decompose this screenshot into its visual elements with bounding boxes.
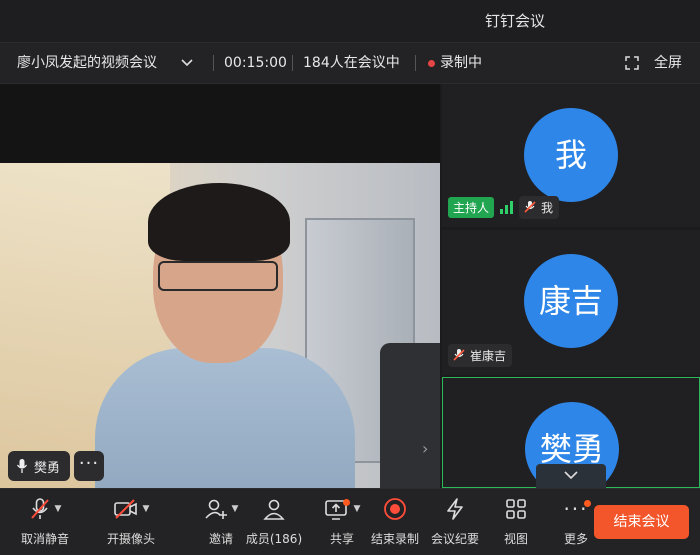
- speaker-name-tag: 樊勇: [8, 451, 71, 481]
- record-stop-icon: [384, 498, 406, 520]
- host-badge: 主持人: [448, 196, 495, 218]
- view-button[interactable]: 视图: [496, 495, 536, 547]
- members-icon: [263, 499, 285, 520]
- fullscreen-button[interactable]: 全屏: [654, 43, 682, 83]
- more-label: 更多: [563, 532, 588, 546]
- recording-dot-icon: [428, 60, 435, 67]
- recording-status[interactable]: 录制中: [440, 43, 482, 83]
- participant-tile-self[interactable]: 我 主持人 我: [442, 84, 700, 227]
- meeting-minutes-button[interactable]: 会议纪要: [426, 495, 484, 547]
- share-button[interactable]: ▼ 共享: [318, 495, 366, 547]
- participant-label: 主持人 我: [448, 194, 560, 220]
- name-chip: 崔康吉: [448, 343, 513, 367]
- avatar: 康吉: [524, 254, 618, 348]
- caret-down-icon[interactable]: ▼: [354, 504, 361, 514]
- view-label: 视图: [503, 532, 528, 546]
- more-options-button[interactable]: ···: [74, 451, 104, 481]
- fullscreen-icon[interactable]: [624, 43, 640, 83]
- share-notification-dot: [343, 499, 350, 506]
- title-bar: 钉钉会议: [0, 0, 700, 42]
- members-button[interactable]: 成员(186): [244, 495, 304, 547]
- main-video-area[interactable]: ›: [0, 84, 440, 490]
- avatar: 我: [524, 108, 618, 202]
- participant-name: 崔康吉: [470, 348, 507, 363]
- camera-off-icon: [113, 499, 137, 519]
- meeting-timer: 00:15:00: [224, 55, 287, 71]
- lightning-icon: [447, 498, 463, 520]
- end-meeting-button[interactable]: 结束会议: [594, 505, 689, 539]
- meeting-minutes-label: 会议纪要: [430, 532, 479, 546]
- camera-label: 开摄像头: [106, 532, 155, 546]
- microphone-icon: [16, 459, 28, 473]
- chevron-down-icon[interactable]: [180, 43, 194, 83]
- participant-label: 崔康吉: [448, 342, 513, 368]
- collapse-chevron-icon[interactable]: [536, 464, 606, 488]
- caret-down-icon[interactable]: ▼: [232, 504, 239, 514]
- speaker-video: ›: [0, 163, 440, 490]
- more-dots-icon: ···: [563, 497, 589, 521]
- stop-recording-button[interactable]: 结束录制: [366, 495, 424, 547]
- meeting-name[interactable]: 廖小凤发起的视频会议: [17, 43, 157, 83]
- stop-recording-label: 结束录制: [370, 532, 419, 546]
- caret-down-icon[interactable]: ▼: [55, 504, 62, 514]
- more-notification-dot: [584, 500, 591, 507]
- invite-label: 邀请: [208, 532, 233, 546]
- unmute-label: 取消静音: [20, 532, 69, 546]
- app-title: 钉钉会议: [484, 12, 545, 30]
- signal-strength-icon: [500, 200, 514, 214]
- participant-count: 184人在会议中: [303, 55, 400, 71]
- mic-muted-icon: [524, 201, 536, 213]
- name-chip: 我: [519, 195, 560, 219]
- participant-tile[interactable]: 康吉 崔康吉: [442, 230, 700, 375]
- participant-name: 我: [541, 200, 554, 215]
- grid-view-icon: [506, 499, 526, 519]
- chevron-right-icon[interactable]: ›: [422, 439, 428, 458]
- unmute-button[interactable]: ▼ 取消静音: [14, 495, 76, 547]
- invite-button[interactable]: ▼ 邀请: [196, 495, 246, 547]
- share-label: 共享: [329, 532, 354, 546]
- mic-muted-icon: [30, 498, 49, 519]
- meeting-info-bar: 廖小凤发起的视频会议 00:15:00 184人在会议中 录制中 全屏: [0, 42, 700, 84]
- members-label: 成员(186): [245, 532, 303, 546]
- add-user-icon: [204, 499, 227, 519]
- mic-muted-icon: [453, 349, 465, 361]
- speaker-name: 樊勇: [34, 460, 61, 476]
- caret-down-icon[interactable]: ▼: [143, 504, 150, 514]
- camera-button[interactable]: ▼ 开摄像头: [100, 495, 162, 547]
